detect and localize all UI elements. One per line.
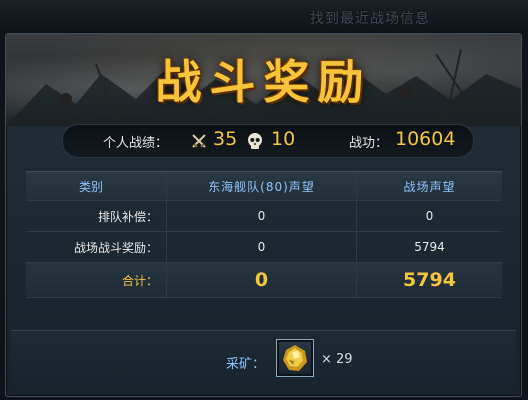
item-slot[interactable]: [276, 339, 314, 377]
top-strip-text: 找到最近战场信息: [310, 11, 430, 27]
table-total-row: 合计： 0 5794: [26, 263, 502, 298]
personal-record-label: 个人战绩：: [103, 136, 169, 151]
battle-reward-panel: 战斗奖励 个人战绩： 35 10 战功： 10604 类别 东海舰队(80)声望…: [5, 33, 522, 397]
merit-label: 战功：: [349, 136, 389, 151]
column-header-fleet-reputation: 东海舰队(80)声望: [166, 172, 356, 200]
top-strip: 找到最近战场信息: [0, 0, 528, 30]
reward-table: 类别 东海舰队(80)声望 战场声望 排队补偿： 0 0 战场战斗奖励： 0 5…: [26, 171, 502, 298]
row-value: 5794: [356, 232, 502, 262]
column-header-category: 类别: [78, 179, 103, 194]
total-label: 合计：: [121, 273, 158, 288]
row-label: 排队补偿：: [97, 209, 158, 224]
mining-label: 采矿：: [226, 357, 266, 372]
row-value: 0: [356, 201, 502, 231]
total-battlefield-reputation: 5794: [356, 263, 502, 297]
row-label: 战场战斗奖励：: [73, 240, 158, 255]
crossed-swords-icon: [192, 134, 206, 148]
row-value: 0: [166, 201, 356, 231]
kills-count: 35: [213, 128, 238, 150]
personal-stats-bar: 个人战绩： 35 10 战功： 10604: [62, 124, 474, 158]
page-title: 战斗奖励: [155, 55, 372, 109]
total-fleet-reputation: 0: [166, 263, 356, 297]
row-value: 0: [166, 232, 356, 262]
table-header-row: 类别 东海舰队(80)声望 战场声望: [26, 172, 502, 201]
gold-ore-icon: [283, 345, 307, 371]
column-header-battlefield-reputation: 战场声望: [356, 172, 502, 200]
item-count: × 29: [321, 352, 353, 367]
skull-icon: [248, 133, 262, 149]
deaths-count: 10: [271, 128, 296, 150]
item-reward-box: 采矿： × 29: [11, 330, 516, 393]
table-row: 排队补偿： 0 0: [26, 201, 502, 232]
battle-banner: 战斗奖励: [6, 34, 521, 126]
merit-value: 10604: [395, 128, 456, 150]
table-row: 战场战斗奖励： 0 5794: [26, 232, 502, 263]
